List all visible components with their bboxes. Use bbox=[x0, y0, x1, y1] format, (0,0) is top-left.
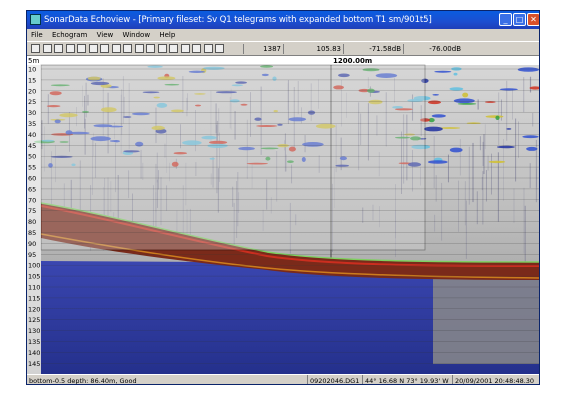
save-icon[interactable] bbox=[54, 44, 63, 53]
export-icon[interactable] bbox=[215, 44, 224, 53]
fish-echo bbox=[449, 87, 464, 91]
pan-icon[interactable] bbox=[169, 44, 178, 53]
status-file: 09202046.DG1 bbox=[307, 375, 362, 384]
fish-echo bbox=[432, 94, 440, 96]
fish-echo bbox=[457, 103, 477, 105]
fish-echo bbox=[485, 115, 504, 118]
ping-readout: 1387 bbox=[243, 44, 283, 54]
depth-tick-label: 130 bbox=[28, 327, 40, 335]
new-icon[interactable] bbox=[31, 44, 40, 53]
fish-echo bbox=[427, 160, 448, 164]
depth-tick-label: 115 bbox=[28, 294, 40, 302]
status-bar: bottom-0.5 depth: 86.40m, Good 09202046.… bbox=[27, 374, 539, 385]
region-icon[interactable] bbox=[123, 44, 132, 53]
threshold-readout: -76.00dB bbox=[403, 44, 463, 54]
depth-tick-label: 45 bbox=[28, 142, 36, 150]
title-bar[interactable]: SonarData Echoview - [Primary fileset: S… bbox=[27, 11, 539, 29]
fish-echo bbox=[424, 126, 443, 132]
status-bottom: bottom-0.5 depth: 86.40m, Good bbox=[29, 377, 137, 385]
spline-icon[interactable] bbox=[111, 44, 121, 53]
depth-tick-label: 15 bbox=[28, 76, 36, 84]
depth-tick-label: 65 bbox=[28, 185, 36, 193]
zoom-inset-box[interactable] bbox=[40, 64, 426, 251]
line-draw-icon[interactable] bbox=[100, 44, 109, 53]
print-icon[interactable] bbox=[65, 44, 75, 53]
depth-tick-label: 10 bbox=[28, 66, 36, 74]
depth-tick-label: 50 bbox=[28, 153, 36, 161]
menu-window[interactable]: Window bbox=[122, 31, 150, 39]
page: SonarData Echoview - [Primary fileset: S… bbox=[0, 0, 563, 400]
open-icon[interactable] bbox=[42, 44, 52, 53]
marker-icon[interactable] bbox=[157, 44, 167, 53]
menu-file[interactable]: File bbox=[31, 31, 43, 39]
menu-echogram[interactable]: Echogram bbox=[52, 31, 87, 39]
fish-echo bbox=[453, 98, 475, 104]
echogram-header bbox=[27, 56, 539, 65]
close-button[interactable]: ✕ bbox=[527, 13, 539, 26]
select-icon[interactable] bbox=[77, 44, 86, 53]
fish-echo bbox=[506, 128, 512, 130]
fish-echo bbox=[466, 122, 481, 124]
status-time: 20/09/2001 20:48:48.30 bbox=[452, 375, 539, 384]
zoom-icon[interactable] bbox=[134, 44, 144, 53]
fish-echo bbox=[488, 160, 506, 164]
depth-tick-label: 140 bbox=[28, 349, 40, 357]
fish-echo bbox=[428, 100, 441, 105]
depth-tick-label: 35 bbox=[28, 120, 36, 128]
depth-tick-label: 135 bbox=[28, 338, 40, 346]
fish-echo bbox=[517, 67, 539, 72]
depth-tick-label: 70 bbox=[28, 196, 36, 204]
deep-grey-region bbox=[433, 272, 539, 364]
distance-label: 1200.00m bbox=[333, 57, 372, 65]
fish-echo bbox=[522, 135, 539, 139]
fish-echo bbox=[431, 114, 446, 118]
minimize-button[interactable]: _ bbox=[499, 13, 512, 26]
measure-icon[interactable] bbox=[146, 44, 155, 53]
settings-icon[interactable] bbox=[203, 44, 213, 53]
depth-tick-label: 120 bbox=[28, 305, 40, 313]
depth-tick-label: 30 bbox=[28, 109, 36, 117]
maximize-button[interactable]: □ bbox=[513, 13, 526, 26]
fish-echo bbox=[496, 145, 515, 149]
status-position: 44° 16.68 N 73° 19.93' W bbox=[362, 375, 452, 384]
app-icon[interactable] bbox=[30, 14, 41, 25]
range-label: 5m bbox=[28, 57, 39, 65]
depth-tick-label: 80 bbox=[28, 218, 36, 226]
toolbar: 1387 105.83 -71.58dB -76.00dB bbox=[27, 41, 539, 56]
echogram[interactable]: 5m 1200.00m 10 15 20 25 30 35 40 45 50 55 60 65 70 75… bbox=[27, 56, 540, 374]
fish-echo bbox=[439, 127, 461, 129]
window-title: SonarData Echoview - [Primary fileset: S… bbox=[44, 15, 432, 25]
line-pick-icon[interactable] bbox=[88, 44, 98, 53]
menu-view[interactable]: View bbox=[97, 31, 114, 39]
depth-tick-label: 20 bbox=[28, 87, 36, 95]
depth-tick-label: 85 bbox=[28, 229, 36, 237]
menu-bar: File Echogram View Window Help bbox=[27, 29, 539, 41]
menu-help[interactable]: Help bbox=[159, 31, 175, 39]
fish-echo bbox=[495, 115, 500, 120]
depth-tick-label: 110 bbox=[28, 284, 40, 292]
depth-readout: 105.83 bbox=[283, 44, 343, 54]
fish-echo bbox=[462, 92, 469, 98]
fish-echo bbox=[499, 88, 518, 91]
sv-readout: -71.58dB bbox=[343, 44, 403, 54]
fish-echo bbox=[484, 101, 496, 103]
depth-tick-label: 105 bbox=[28, 273, 40, 281]
depth-tick-label: 95 bbox=[28, 251, 36, 259]
depth-tick-label: 25 bbox=[28, 98, 36, 106]
depth-tick-label: 55 bbox=[28, 164, 36, 172]
depth-tick-label: 75 bbox=[28, 207, 36, 215]
depth-tick-label: 60 bbox=[28, 175, 36, 183]
depth-tick-label: 100 bbox=[28, 262, 40, 270]
app-window: SonarData Echoview - [Primary fileset: S… bbox=[26, 10, 540, 385]
fish-echo bbox=[453, 72, 458, 76]
depth-tick-label: 125 bbox=[28, 316, 40, 324]
fish-echo bbox=[526, 146, 538, 151]
layers-icon[interactable] bbox=[180, 44, 190, 53]
calibrate-icon[interactable] bbox=[192, 44, 201, 53]
depth-tick-label: 90 bbox=[28, 240, 36, 248]
depth-tick-label: 40 bbox=[28, 131, 36, 139]
depth-tick-label: 145 bbox=[28, 360, 40, 368]
fish-echo bbox=[434, 70, 452, 73]
fish-echo bbox=[449, 147, 463, 153]
